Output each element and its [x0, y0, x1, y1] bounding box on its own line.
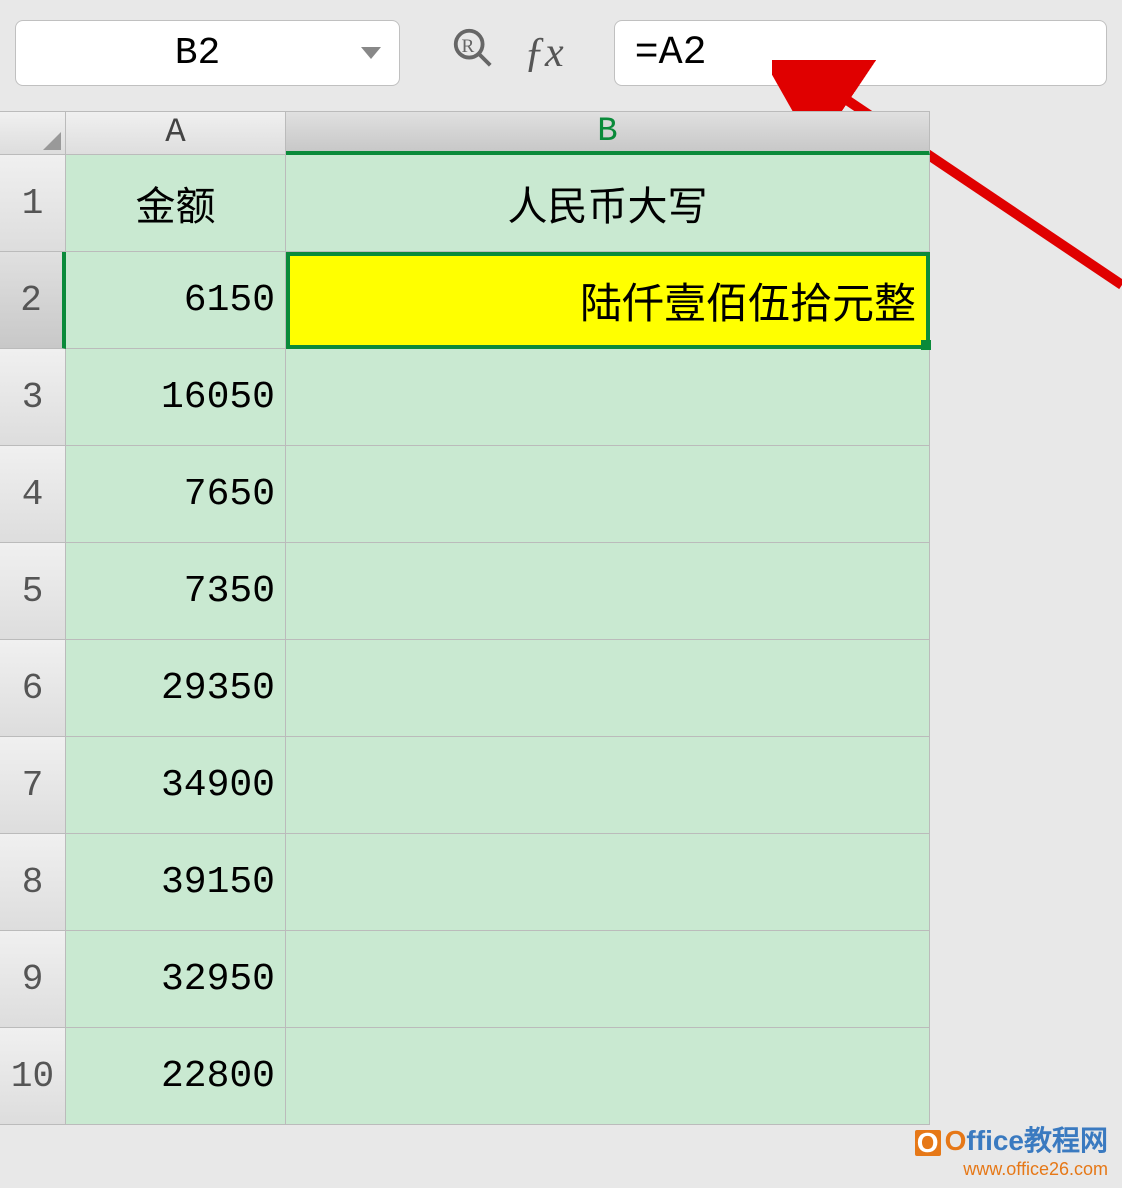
row-header-6[interactable]: 6	[0, 640, 66, 737]
cell-a6[interactable]: 29350	[66, 640, 286, 737]
formula-bar-value: =A2	[635, 31, 707, 76]
watermark: OOffice教程网 www.office26.com	[915, 1119, 1108, 1180]
spreadsheet-grid: A B 1 金额 人民币大写 2 6150 陆仟壹佰伍拾元整 3 16050 4…	[0, 111, 1122, 1125]
grid-row: 2 6150 陆仟壹佰伍拾元整	[0, 252, 1122, 349]
cell-a8[interactable]: 39150	[66, 834, 286, 931]
cell-b3[interactable]	[286, 349, 930, 446]
cell-b5[interactable]	[286, 543, 930, 640]
name-box-value: B2	[34, 32, 361, 75]
cell-b9[interactable]	[286, 931, 930, 1028]
row-header-9[interactable]: 9	[0, 931, 66, 1028]
cell-b6[interactable]	[286, 640, 930, 737]
cell-b2[interactable]: 陆仟壹佰伍拾元整	[286, 252, 930, 349]
cell-b4[interactable]	[286, 446, 930, 543]
row-header-2[interactable]: 2	[0, 252, 66, 349]
grid-row: 7 34900	[0, 737, 1122, 834]
column-header-a[interactable]: A	[66, 111, 286, 155]
cell-a9[interactable]: 32950	[66, 931, 286, 1028]
grid-row: 6 29350	[0, 640, 1122, 737]
formula-toolbar: B2 R ƒx =A2	[0, 0, 1122, 111]
fx-icon[interactable]: ƒx	[524, 29, 564, 77]
watermark-brand: OOffice教程网	[915, 1119, 1108, 1159]
grid-row: 3 16050	[0, 349, 1122, 446]
select-all-corner[interactable]	[0, 111, 66, 155]
column-headers: A B	[0, 111, 1122, 155]
cell-a5[interactable]: 7350	[66, 543, 286, 640]
grid-row: 10 22800	[0, 1028, 1122, 1125]
row-header-8[interactable]: 8	[0, 834, 66, 931]
grid-row: 4 7650	[0, 446, 1122, 543]
grid-row: 1 金额 人民币大写	[0, 155, 1122, 252]
row-header-4[interactable]: 4	[0, 446, 66, 543]
grid-row: 8 39150	[0, 834, 1122, 931]
cell-b10[interactable]	[286, 1028, 930, 1125]
office-logo-icon: O	[915, 1130, 941, 1156]
row-header-3[interactable]: 3	[0, 349, 66, 446]
row-header-10[interactable]: 10	[0, 1028, 66, 1125]
cell-a3[interactable]: 16050	[66, 349, 286, 446]
formula-bar[interactable]: =A2	[614, 20, 1107, 86]
name-box[interactable]: B2	[15, 20, 400, 86]
cell-b7[interactable]	[286, 737, 930, 834]
row-header-7[interactable]: 7	[0, 737, 66, 834]
zoom-icon[interactable]: R	[450, 25, 496, 81]
row-header-5[interactable]: 5	[0, 543, 66, 640]
cell-a10[interactable]: 22800	[66, 1028, 286, 1125]
row-header-1[interactable]: 1	[0, 155, 66, 252]
grid-row: 5 7350	[0, 543, 1122, 640]
cell-a2[interactable]: 6150	[66, 252, 286, 349]
cell-a1[interactable]: 金额	[66, 155, 286, 252]
cell-a4[interactable]: 7650	[66, 446, 286, 543]
toolbar-center: R ƒx	[450, 25, 564, 81]
chevron-down-icon[interactable]	[361, 47, 381, 59]
svg-text:R: R	[462, 36, 475, 57]
cell-b1[interactable]: 人民币大写	[286, 155, 930, 252]
watermark-url: www.office26.com	[915, 1159, 1108, 1180]
column-header-b[interactable]: B	[286, 111, 930, 155]
cell-b8[interactable]	[286, 834, 930, 931]
cell-a7[interactable]: 34900	[66, 737, 286, 834]
grid-row: 9 32950	[0, 931, 1122, 1028]
